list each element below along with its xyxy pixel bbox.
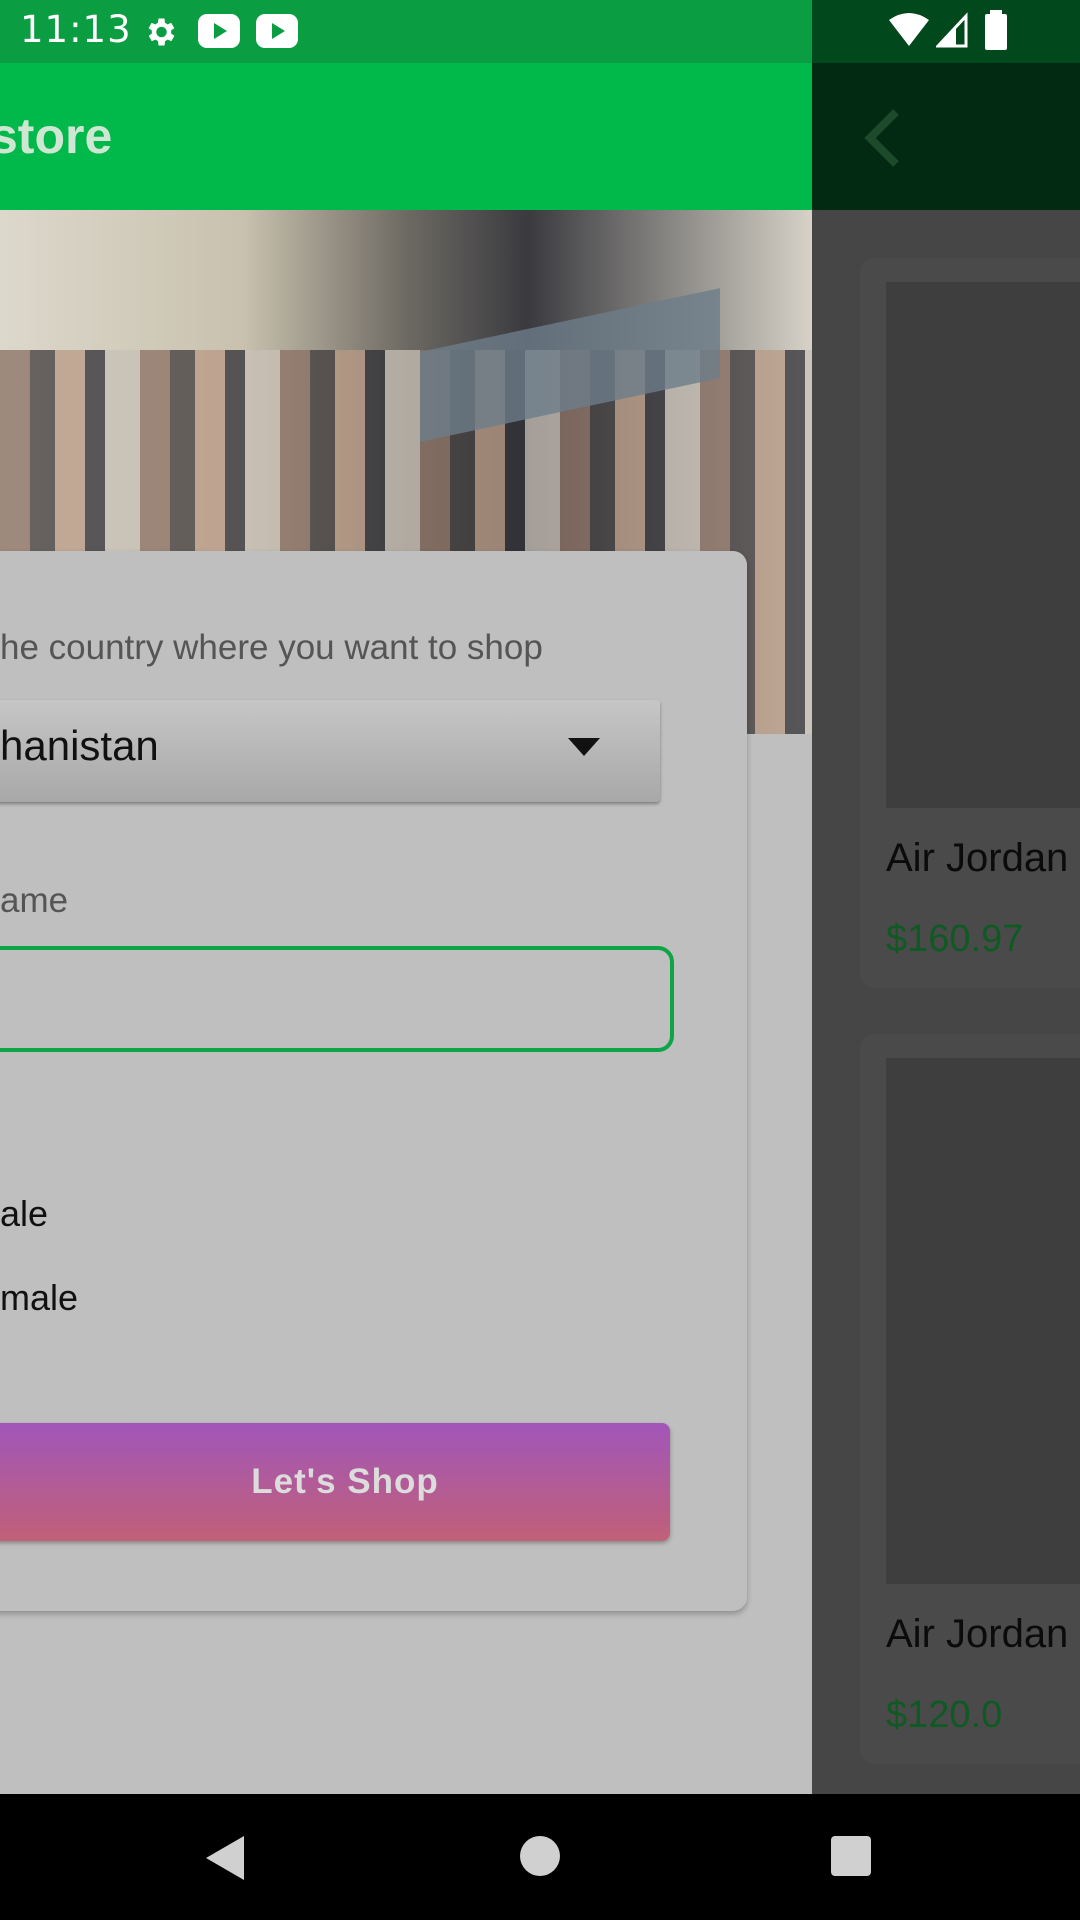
status-bar: 11:13 [0,0,1080,63]
wifi-icon [889,13,929,46]
system-nav-bar [0,1794,1080,1920]
chevron-down-icon [568,738,600,756]
product-price: $160.97 [886,918,1024,960]
product-image [886,1058,1080,1584]
nav-home-icon[interactable] [520,1836,560,1876]
signal-icon [936,12,968,48]
nav-recents-icon[interactable] [831,1836,871,1876]
country-select[interactable]: hanistan [0,700,660,802]
youtube-icon [256,14,298,48]
gender-option-female[interactable]: male [0,1277,78,1319]
drawer-title: store [0,108,113,164]
lets-shop-button[interactable]: Let's Shop [0,1423,670,1541]
product-image [886,282,1080,808]
country-prompt: he country where you want to shop [0,628,543,667]
product-card[interactable]: Air Jordan $160.97 [860,258,1080,988]
status-time: 11:13 [20,8,132,51]
nav-back-icon[interactable] [206,1836,244,1880]
product-price: $120.0 [886,1694,1003,1736]
back-arrow-icon[interactable] [860,108,910,168]
product-name: Air Jordan [886,836,1069,880]
gender-option-male[interactable]: ale [0,1193,48,1235]
name-input[interactable] [0,946,674,1052]
gear-icon [148,18,175,46]
lets-shop-label: Let's Shop [251,1462,439,1501]
country-select-value: hanistan [0,722,159,769]
youtube-icon [198,14,240,48]
navigation-drawer: store he country where you want to shop … [0,63,812,1794]
main-toolbar [812,63,1080,210]
product-card[interactable]: Air Jordan $120.0 [860,1034,1080,1764]
product-name: Air Jordan [886,1612,1069,1656]
drawer-toolbar: store [0,63,812,210]
name-label: ame [0,881,69,920]
battery-icon [985,10,1007,50]
